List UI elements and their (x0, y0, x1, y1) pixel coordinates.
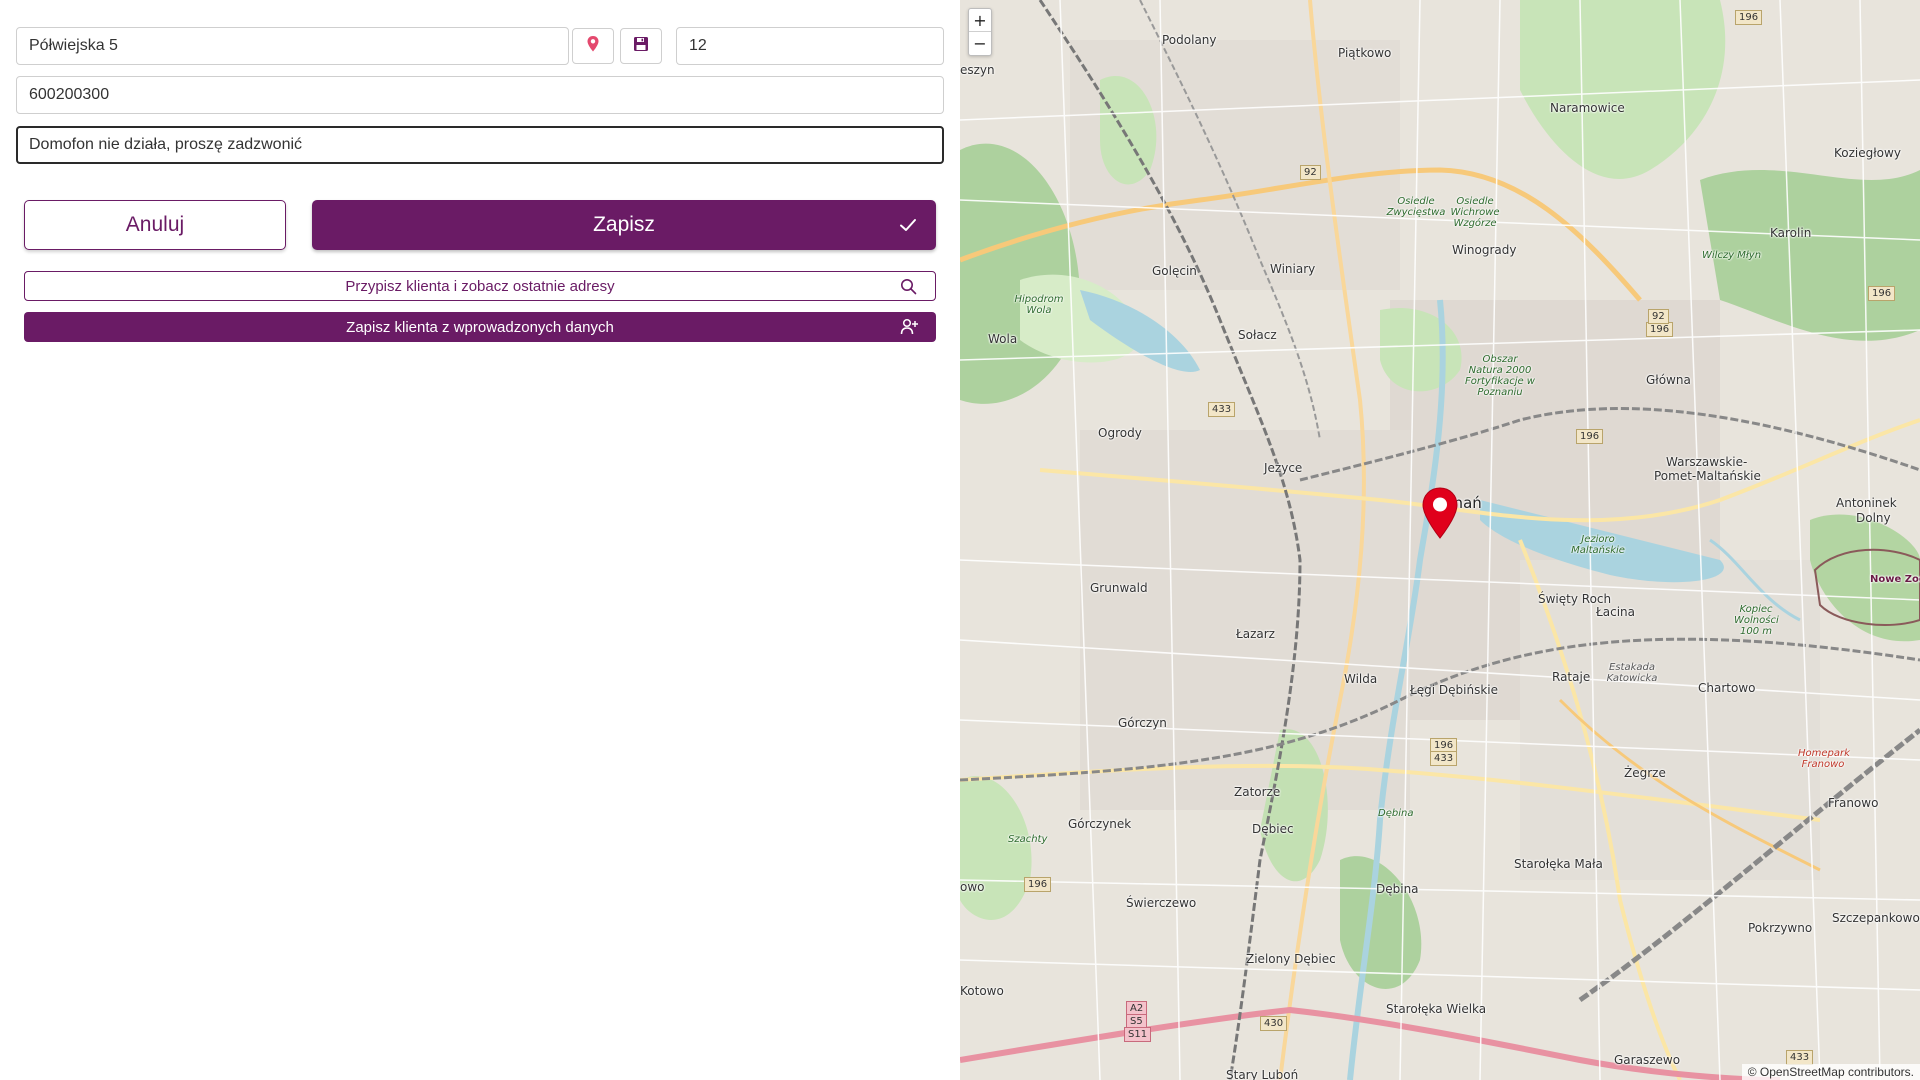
road-shield-92: 92 (1300, 165, 1321, 180)
map-label-szczepankowo: Szczepankowo (1832, 911, 1920, 925)
map-label-grunwald: Grunwald (1090, 581, 1148, 595)
save-address-button[interactable] (620, 28, 662, 64)
map-label-dolny: Dolny (1856, 511, 1891, 525)
road-shield-196-c: 196 (1576, 429, 1604, 444)
search-icon (900, 278, 917, 299)
map-label-podolany: Podolany (1162, 33, 1217, 47)
road-shield-92-b: 92 (1648, 309, 1669, 324)
road-shield-433-c: 433 (1786, 1050, 1814, 1065)
cancel-button[interactable]: Anuluj (24, 200, 286, 250)
map-label-swierczewo: Świerczewo (1126, 896, 1197, 910)
map-label-warszawskie: Warszawskie- (1666, 455, 1748, 469)
map-label-franowo: Franowo (1828, 796, 1879, 810)
map-label-debiec: Dębiec (1252, 822, 1294, 836)
location-marker-icon[interactable] (1421, 486, 1459, 545)
app-window: Anuluj Zapisz Przypisz klienta i zobacz … (0, 0, 1920, 1080)
house-number-input[interactable] (676, 27, 944, 65)
check-icon (898, 215, 918, 241)
map-label-zielony-debiec: Zielony Dębiec (1246, 952, 1336, 966)
map-label-nowe-zoo: Nowe Zoo (1870, 574, 1920, 585)
assign-client-button[interactable]: Przypisz klienta i zobacz ostatnie adres… (24, 271, 936, 301)
map-label-swiety-roch: Święty Roch (1538, 592, 1612, 606)
save-button-label: Zapisz (593, 213, 655, 236)
map-label-ogrody: Ogrody (1098, 426, 1142, 440)
map-label-naramowice: Naramowice (1550, 101, 1625, 115)
road-shield-433-b: 433 (1430, 751, 1458, 766)
map-label-piatkowo: Piątkowo (1338, 46, 1392, 60)
map-label-pomet: Pomet-Maltańskie (1654, 469, 1761, 483)
map-label-osiedle-wichrowe: Osiedle Wichrowe Wzgórze (1450, 196, 1500, 229)
map-label-hipodrom: Hipodrom Wola (1014, 294, 1064, 316)
map-label-debina-park: Dębina (1378, 808, 1414, 819)
map-label-lacina: Łacina (1596, 605, 1635, 619)
map-label-wilda: Wilda (1344, 672, 1378, 686)
floppy-disk-icon (633, 36, 649, 57)
map-label-rataje: Rataje (1552, 670, 1591, 684)
map-label-winiary: Winiary (1270, 262, 1316, 276)
note-input[interactable] (16, 126, 944, 164)
save-button[interactable]: Zapisz (312, 200, 936, 250)
road-shield-s11: S11 (1124, 1027, 1152, 1042)
map-attribution[interactable]: © OpenStreetMap contributors. (1741, 1064, 1920, 1080)
map-label-estakada: Estakada Katowicka (1606, 662, 1658, 684)
phone-input[interactable] (16, 76, 944, 114)
map-label-owo: owo (960, 880, 985, 894)
road-shield-433-a: 433 (1208, 402, 1236, 417)
road-shield-196-d: 196 (1024, 877, 1052, 892)
map-label-pokrzywno: Pokrzywno (1748, 921, 1813, 935)
map-label-starolęka-wielka: Starołęka Wielka (1386, 1002, 1487, 1016)
map-label-legi: Łęgi Dębińskie (1410, 683, 1498, 697)
locate-address-button[interactable] (572, 28, 614, 64)
map-label-wilczy-mlyn: Wilczy Młyn (1702, 250, 1762, 261)
map-view[interactable]: Podolany Piątkowo Naramowice Koziegłowy … (960, 0, 1920, 1080)
zoom-out-button[interactable]: − (969, 32, 991, 55)
map-label-antoninek: Antoninek (1836, 496, 1897, 510)
map-label-kotowo: Kotowo (960, 984, 1004, 998)
map-label-winogrady: Winogrady (1452, 243, 1517, 257)
save-client-label: Zapisz klienta z wprowadzonych danych (346, 318, 614, 336)
map-label-wola: Wola (988, 332, 1018, 346)
map-label-obszar-natura: Obszar Natura 2000 Fortyfikacje w Poznan… (1465, 354, 1535, 398)
map-label-gorczynek: Górczynek (1068, 817, 1132, 831)
map-label-zatorze: Zatorze (1234, 785, 1281, 799)
map-label-stary-lubon: Stary Luboń (1226, 1068, 1299, 1080)
map-label-garaszewo: Garaszewo (1614, 1053, 1681, 1067)
map-label-karolin: Karolin (1770, 226, 1812, 240)
road-shield-196-e: 196 (1868, 286, 1896, 301)
map-label-homepark: Homepark Franowo (1798, 748, 1850, 770)
user-plus-icon (900, 318, 918, 339)
map-label-eszyn: eszyn (960, 63, 995, 77)
road-shield-196-a: 196 (1735, 10, 1763, 25)
address-form-panel: Anuluj Zapisz Przypisz klienta i zobacz … (0, 0, 960, 1080)
map-label-gorczyn: Górczyn (1118, 716, 1167, 730)
map-label-lazarz: Łazarz (1236, 627, 1275, 641)
zoom-in-button[interactable]: + (969, 9, 991, 32)
cancel-button-label: Anuluj (125, 213, 185, 236)
map-label-glowna: Główna (1646, 373, 1691, 387)
map-label-kopiec: Kopiec Wolności 100 m (1734, 604, 1779, 637)
map-label-solacz: Sołacz (1238, 328, 1277, 342)
map-label-koziegłowy: Koziegłowy (1834, 146, 1901, 160)
road-shield-430: 430 (1260, 1016, 1288, 1031)
map-label-szachty: Szachty (1008, 834, 1048, 845)
map-label-starolęka-mala: Starołęka Mała (1514, 857, 1603, 871)
map-pin-icon (586, 35, 600, 58)
assign-client-label: Przypisz klienta i zobacz ostatnie adres… (345, 277, 615, 295)
map-label-zegrze: Żegrze (1624, 766, 1666, 780)
road-shield-196-b: 196 (1646, 322, 1674, 337)
zoom-control: + − (968, 8, 992, 56)
map-label-chartowo: Chartowo (1698, 681, 1756, 695)
save-client-button[interactable]: Zapisz klienta z wprowadzonych danych (24, 312, 936, 342)
street-input[interactable] (16, 27, 569, 65)
map-label-osiedle-zwyciestwa: Osiedle Zwycięstwa (1386, 196, 1446, 218)
map-label-debina: Dębina (1376, 882, 1419, 896)
map-label-jezioro-maltanskie: Jezioro Maltańskie (1571, 534, 1625, 556)
map-label-jezyce: Jeżyce (1264, 461, 1303, 475)
map-label-golecin: Golęcin (1152, 264, 1197, 278)
